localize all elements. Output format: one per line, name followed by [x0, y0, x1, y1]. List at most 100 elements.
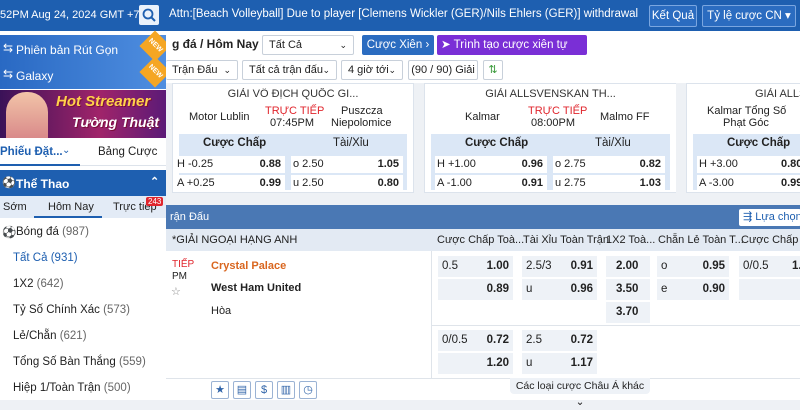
- odds-cell[interactable]: u 2.50 0.80: [291, 175, 403, 192]
- odds-cell[interactable]: u 2.75 1.03: [553, 175, 665, 192]
- odds-cell[interactable]: 3.50: [606, 279, 650, 300]
- odds-cell[interactable]: [739, 279, 800, 300]
- stats-grid-icon[interactable]: ▤: [233, 381, 251, 399]
- bar-chart-icon[interactable]: ▥: [277, 381, 295, 399]
- tab-early[interactable]: Sớm: [3, 201, 27, 213]
- away-team-line2: Niepolomice: [331, 117, 392, 129]
- chevron-up-icon[interactable]: ⌃: [150, 175, 159, 188]
- odds-cell[interactable]: o 2.50 1.05: [291, 156, 403, 173]
- col-odd-even: Chẵn Lẻ Toàn T...: [658, 234, 744, 246]
- announcement-marquee[interactable]: Attn:[Beach Volleyball] Due to player [C…: [169, 8, 639, 20]
- odds-value: 0.95: [702, 260, 725, 272]
- home-team[interactable]: Crystal Palace: [211, 260, 286, 272]
- short-version-banner[interactable]: ⇆ Phiên bản Rút Gọn NEW: [0, 30, 171, 63]
- ou-line: u 2.50: [293, 177, 324, 189]
- all-matches-select[interactable]: Tất cả trận đấu ⌄: [242, 60, 337, 80]
- clock-icon[interactable]: ◷: [299, 381, 317, 399]
- hours-select[interactable]: 4 giờ tới ⌄: [341, 60, 403, 80]
- live-match-card[interactable]: GIẢI VÔ ĐỊCH QUỐC GI... Motor Lublin TRỰ…: [172, 83, 414, 193]
- odds-cell[interactable]: H +1.00 0.96: [435, 156, 547, 173]
- league-name[interactable]: *GIẢI NGOẠI HẠNG ANH: [172, 234, 297, 246]
- auto-parlay-button[interactable]: ➤ Trình tạo cược xiên tự động: [437, 35, 587, 71]
- sidebar-item-odd-even[interactable]: Lẻ/Chẵn (621): [0, 323, 166, 349]
- chevron-down-icon: ⌄: [339, 40, 347, 50]
- sidebar-item-all[interactable]: Tất Cả (931): [0, 245, 166, 271]
- sidebar-item-football[interactable]: ⚽ Bóng đá (987): [0, 219, 166, 245]
- odds-value: 0.82: [639, 158, 661, 170]
- search-button[interactable]: [139, 5, 159, 25]
- away-team: Malmo FF: [600, 111, 650, 123]
- league-count-select[interactable]: (90 / 90) Giải: [408, 60, 478, 80]
- market-select[interactable]: Tất Cả ⌄: [262, 35, 354, 55]
- odds-cell[interactable]: H +3.00 0.80: [697, 156, 800, 173]
- odds-cell[interactable]: u 1.17: [522, 353, 597, 374]
- betslip-tab[interactable]: Phiếu Đặt...: [0, 146, 63, 158]
- odds-value: 0.96: [570, 283, 593, 295]
- sidebar-item-correct-score[interactable]: Tỷ Số Chính Xác (573): [0, 297, 166, 323]
- odds-cell[interactable]: 3.70: [606, 302, 650, 323]
- odds-cell[interactable]: 0.5 1.00: [438, 256, 513, 277]
- active-tab-indicator: [0, 164, 80, 166]
- sports-header[interactable]: ⚽ Thể Thao ⌃: [0, 170, 166, 196]
- over-under-header: Tài/Xỉu: [595, 137, 631, 149]
- odds-cell[interactable]: A +0.25 0.99: [175, 175, 285, 192]
- odds-cell[interactable]: o 0.95: [657, 256, 729, 277]
- odds-cell[interactable]: 2.5 0.72: [522, 330, 597, 351]
- odds-cell[interactable]: u 0.96: [522, 279, 597, 300]
- odds-cell[interactable]: A -3.00 0.99: [697, 175, 800, 192]
- odds-value: 0.80: [781, 158, 800, 170]
- star-icon[interactable]: ☆: [171, 285, 181, 298]
- odds-cell[interactable]: e 0.90: [657, 279, 729, 300]
- odds-value: 0.88: [259, 158, 281, 170]
- more-asian-bets-button[interactable]: Các loại cược Châu Á khác ⌄: [510, 378, 650, 408]
- search-icon: [142, 8, 156, 22]
- tab-today[interactable]: Hôm Nay: [48, 201, 94, 213]
- odds-value: 0.96: [521, 158, 543, 170]
- sidebar-item-1x2[interactable]: 1X2 (642): [0, 271, 166, 297]
- odds-cell[interactable]: 0/0.5 0.72: [438, 330, 513, 351]
- odds-cell[interactable]: 1.20: [438, 353, 513, 374]
- live-match-card[interactable]: GIẢI ALLSV Kalmar Tổng Số Phạt Góc Cược …: [686, 83, 800, 193]
- live-status: TIẾP: [172, 259, 195, 270]
- odds-value: 0.72: [570, 334, 593, 346]
- match-select[interactable]: Trận Đấu ⌄: [166, 60, 238, 80]
- commentary-title: Tường Thuật: [72, 114, 160, 130]
- galaxy-banner[interactable]: ⇆ Galaxy NEW: [0, 56, 171, 89]
- handicap-line: 0/0.5: [743, 260, 769, 272]
- odds-type-dropdown[interactable]: Tỷ lệ cược CN ▾: [702, 5, 796, 27]
- odds-cell[interactable]: 2.00: [606, 256, 650, 277]
- column-headers: *GIẢI NGOẠI HẠNG ANH Cược Chấp Toà... Tà…: [166, 229, 800, 251]
- home-team: Kalmar: [465, 111, 500, 123]
- odds-table-tab[interactable]: Bảng Cược: [98, 146, 157, 158]
- ou-line: u 2.75: [555, 177, 586, 189]
- chevron-down-icon[interactable]: ⌄: [62, 145, 70, 156]
- sort-button[interactable]: ⇅: [483, 60, 503, 80]
- odds-cell[interactable]: H -0.25 0.88: [175, 156, 285, 173]
- soccer-ball-icon: ⚽: [2, 227, 17, 239]
- results-button[interactable]: Kết Quả: [649, 5, 697, 27]
- odds-cell[interactable]: 0/0.5 1.: [739, 256, 800, 277]
- market-select-value: Tất Cả: [269, 39, 303, 51]
- odds-value: 1.05: [377, 158, 399, 170]
- breadcrumb: g đá / Hôm Nay: [172, 37, 259, 51]
- sidebar-item-ht-ft[interactable]: Hiệp 1/Toàn Trận (500): [0, 375, 166, 401]
- filter-button[interactable]: ⇶ Lựa chọn: [739, 209, 800, 226]
- parlay-button[interactable]: Cược Xiên ›: [362, 35, 434, 55]
- handicap-line: H +3.00: [699, 158, 738, 170]
- away-team[interactable]: West Ham United: [211, 282, 301, 294]
- dollar-icon[interactable]: $: [255, 381, 273, 399]
- odds-value: 0.89: [486, 283, 509, 295]
- odds-cell[interactable]: o 2.75 0.82: [553, 156, 665, 173]
- odds-cell[interactable]: A -1.00 0.91: [435, 175, 547, 192]
- ou-line: u: [526, 283, 533, 295]
- match-select-value: Trận Đấu: [172, 64, 218, 76]
- hot-streamer-banner[interactable]: Hot Streamer Tường Thuật: [0, 90, 166, 138]
- favorite-star-icon[interactable]: ★: [211, 381, 229, 399]
- sidebar-item-total-goals[interactable]: Tổng Số Bàn Thắng (559): [0, 349, 166, 375]
- live-match-card[interactable]: GIẢI ALLSVENSKAN TH... Kalmar TRỰC TIẾP …: [424, 83, 677, 193]
- item-count: (559): [118, 356, 146, 368]
- odds-cell[interactable]: 0.89: [438, 279, 513, 300]
- swap-icon: ⇆: [3, 67, 14, 81]
- odds-cell[interactable]: 2.5/3 0.91: [522, 256, 597, 277]
- odds-value: 3.70: [616, 306, 639, 318]
